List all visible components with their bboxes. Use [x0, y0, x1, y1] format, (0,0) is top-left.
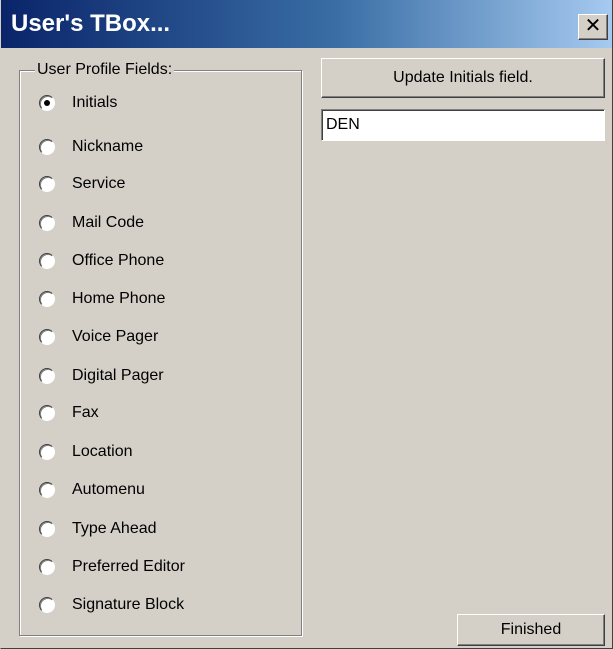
radio-button-icon[interactable] [39, 444, 55, 460]
radio-label: Office Phone [72, 252, 165, 269]
radio-home-phone[interactable]: Home Phone [39, 287, 165, 311]
radio-label: Service [72, 175, 126, 192]
radio-label: Nickname [72, 138, 144, 155]
update-field-button[interactable]: Update Initials field. [321, 58, 605, 98]
tbox-window: User's TBox... ✕ User Profile Fields: In… [0, 0, 613, 649]
radio-mail-code[interactable]: Mail Code [39, 211, 144, 235]
radio-label: Digital Pager [72, 367, 164, 384]
radio-label: Voice Pager [72, 328, 159, 345]
radio-automenu[interactable]: Automenu [39, 478, 145, 502]
radio-preferred-editor[interactable]: Preferred Editor [39, 555, 185, 579]
radio-button-icon[interactable] [39, 559, 55, 575]
radio-label: Initials [72, 94, 118, 111]
radio-button-icon[interactable] [39, 215, 55, 231]
radio-signature-block[interactable]: Signature Block [39, 593, 184, 617]
radio-button-icon[interactable] [39, 253, 55, 269]
radio-office-phone[interactable]: Office Phone [39, 249, 164, 273]
radio-button-icon[interactable] [39, 482, 55, 498]
radio-label: Home Phone [72, 290, 166, 307]
radio-type-ahead[interactable]: Type Ahead [39, 517, 157, 541]
close-icon: ✕ [584, 15, 602, 37]
radio-button-icon[interactable] [39, 597, 55, 613]
field-value-input[interactable] [321, 109, 605, 141]
radio-label: Mail Code [72, 214, 145, 231]
radio-button-icon[interactable] [39, 95, 55, 111]
radio-digital-pager[interactable]: Digital Pager [39, 364, 164, 388]
radio-location[interactable]: Location [39, 440, 133, 464]
radio-button-icon[interactable] [39, 368, 55, 384]
radio-label: Fax [72, 404, 99, 421]
close-button[interactable]: ✕ [578, 14, 608, 40]
window-title: User's TBox... [11, 10, 171, 37]
profile-fields-group-label: User Profile Fields: [35, 60, 175, 80]
radio-service[interactable]: Service [39, 172, 125, 196]
radio-button-icon[interactable] [39, 139, 55, 155]
radio-nickname[interactable]: Nickname [39, 135, 143, 159]
radio-button-icon[interactable] [39, 176, 55, 192]
radio-voice-pager[interactable]: Voice Pager [39, 325, 158, 349]
radio-label: Signature Block [72, 596, 185, 613]
radio-button-icon[interactable] [39, 329, 55, 345]
radio-initials[interactable]: Initials [39, 91, 117, 115]
finished-button[interactable]: Finished [457, 614, 605, 646]
radio-label: Preferred Editor [72, 558, 185, 575]
radio-label: Type Ahead [72, 520, 157, 537]
radio-button-icon[interactable] [39, 405, 55, 421]
radio-label: Location [72, 443, 133, 460]
radio-button-icon[interactable] [39, 291, 55, 307]
title-bar[interactable]: User's TBox... ✕ [1, 0, 612, 48]
radio-label: Automenu [72, 481, 145, 498]
radio-button-icon[interactable] [39, 521, 55, 537]
radio-fax[interactable]: Fax [39, 401, 99, 425]
